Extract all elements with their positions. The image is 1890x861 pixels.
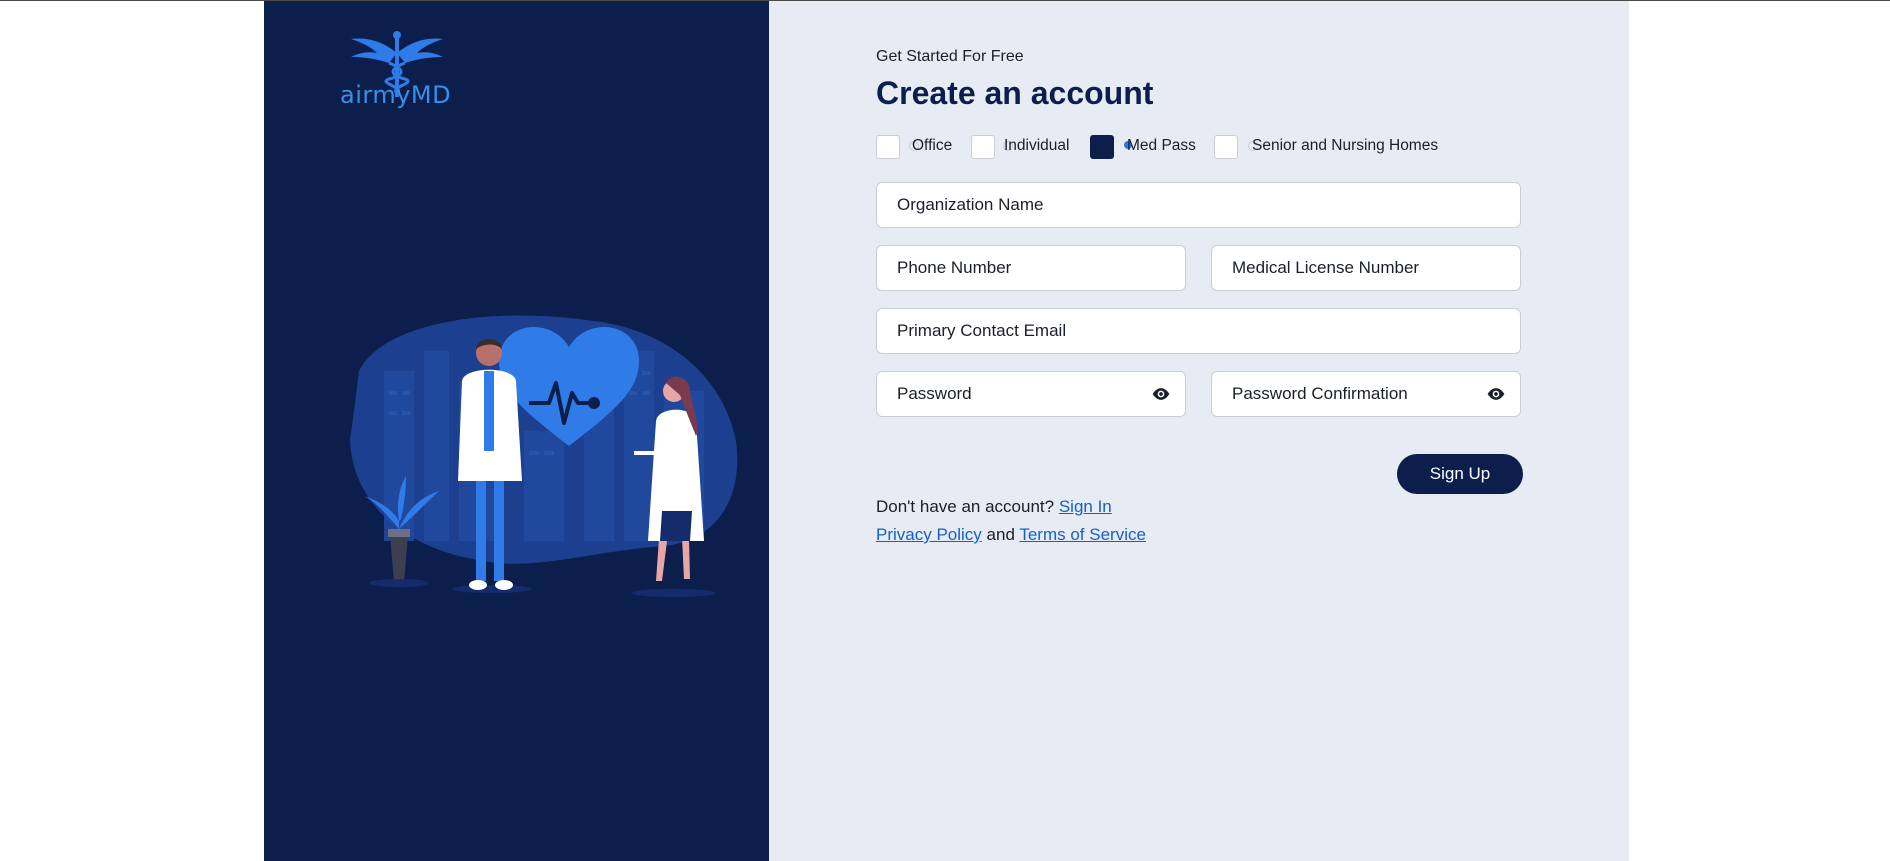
eye-icon[interactable] (1486, 386, 1506, 402)
form-title: Create an account (876, 75, 1154, 111)
signup-form-panel: Get Started For Free Create an account O… (769, 1, 1629, 861)
doctors-illustration (350, 315, 738, 597)
senior-nursing-label: Senior and Nursing Homes (1252, 137, 1439, 154)
phone-number-input[interactable] (897, 246, 1167, 290)
password-confirmation-input[interactable] (1232, 372, 1462, 416)
office-label: Office (912, 137, 953, 154)
primary-contact-email-field[interactable] (876, 308, 1521, 354)
no-account-text: Don't have an account? (876, 497, 1055, 516)
individual-label: Individual (1004, 137, 1070, 154)
medical-license-input[interactable] (1232, 246, 1502, 290)
sign-up-button[interactable]: Sign Up (1397, 454, 1523, 494)
password-input[interactable] (897, 372, 1127, 416)
organization-name-input[interactable] (897, 183, 1497, 227)
privacy-policy-link[interactable]: Privacy Policy (876, 525, 982, 544)
eye-icon[interactable] (1151, 386, 1171, 402)
senior-nursing-checkbox[interactable] (1214, 135, 1238, 159)
primary-contact-email-input[interactable] (897, 309, 1497, 353)
med-pass-label: Med Pass (1127, 137, 1196, 154)
and-text: and (986, 525, 1015, 544)
med-pass-checkbox[interactable] (1090, 135, 1114, 159)
password-confirmation-field[interactable] (1211, 371, 1521, 417)
medical-license-field[interactable] (1211, 245, 1521, 291)
signup-page: airmyMD Get Started For Free Create an a… (0, 0, 1890, 861)
terms-of-service-link[interactable]: Terms of Service (1019, 525, 1146, 544)
logo-wordmark: airmyMD (340, 81, 452, 109)
individual-checkbox[interactable] (971, 135, 995, 159)
sign-in-link[interactable]: Sign In (1059, 497, 1112, 516)
password-field[interactable] (876, 371, 1186, 417)
office-checkbox[interactable] (876, 135, 900, 159)
phone-number-field[interactable] (876, 245, 1186, 291)
signin-prompt: Don't have an account? Sign In (876, 497, 1112, 517)
form-subtitle: Get Started For Free (876, 48, 1024, 65)
legal-links: Privacy Policy and Terms of Service (876, 525, 1146, 545)
organization-name-field[interactable] (876, 182, 1521, 228)
brand-panel: airmyMD (264, 1, 769, 861)
